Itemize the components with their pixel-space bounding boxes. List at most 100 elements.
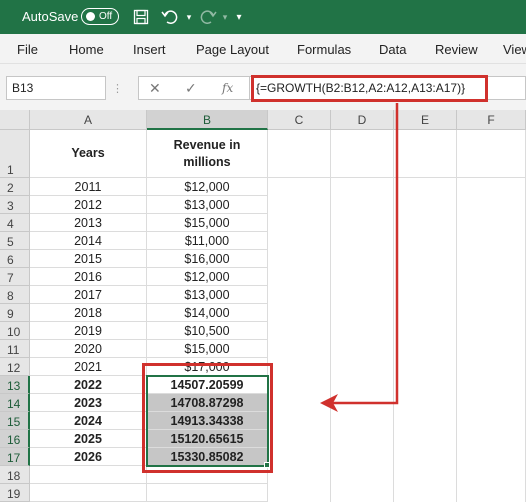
revenue-cell[interactable]: $15,000 (147, 340, 268, 358)
undo-dropdown-icon[interactable]: ▾ (179, 7, 199, 27)
fill-handle[interactable] (264, 462, 270, 468)
year-cell[interactable]: 2016 (30, 268, 147, 286)
name-box[interactable]: B13 (6, 76, 106, 100)
select-all-corner[interactable] (0, 110, 30, 130)
growth-result-cell[interactable]: 15330.85082 (147, 448, 268, 466)
empty-cell[interactable] (30, 484, 147, 502)
tab-file[interactable]: File (17, 42, 38, 57)
revenue-cell[interactable]: $12,000 (147, 178, 268, 196)
column-e-body[interactable] (394, 178, 457, 502)
row-header-5[interactable]: 5 (0, 232, 30, 250)
row-header-1[interactable]: 1 (0, 130, 30, 178)
year-cell[interactable]: 2011 (30, 178, 147, 196)
forecast-year-cell[interactable]: 2026 (30, 448, 147, 466)
year-cell[interactable]: 2020 (30, 340, 147, 358)
year-cell[interactable]: 2021 (30, 358, 147, 376)
revenue-cell[interactable]: $14,000 (147, 304, 268, 322)
forecast-year-cell[interactable]: 2022 (30, 376, 147, 394)
enter-icon[interactable]: ✓ (185, 76, 197, 100)
growth-result-cell[interactable]: 15120.65615 (147, 430, 268, 448)
toggle-knob (86, 12, 95, 21)
row-header-12[interactable]: 12 (0, 358, 30, 376)
empty-cell[interactable] (147, 484, 268, 502)
revenue-header-line2: millions (183, 154, 231, 169)
row-header-8[interactable]: 8 (0, 286, 30, 304)
growth-result-cell[interactable]: 14507.20599 (147, 376, 268, 394)
row-header-14[interactable]: 14 (0, 394, 30, 412)
tab-review[interactable]: Review (435, 42, 478, 57)
growth-result-cell[interactable]: 14913.34338 (147, 412, 268, 430)
revenue-cell[interactable]: $13,000 (147, 196, 268, 214)
row-header-4[interactable]: 4 (0, 214, 30, 232)
revenue-header-line1: Revenue in (173, 137, 241, 152)
cell-f1[interactable] (457, 130, 526, 178)
column-header-d[interactable]: D (331, 110, 394, 130)
row-header-6[interactable]: 6 (0, 250, 30, 268)
customize-qat-icon[interactable]: ▾ (229, 7, 249, 27)
empty-cell[interactable] (30, 466, 147, 484)
revenue-cell[interactable]: $16,000 (147, 250, 268, 268)
year-cell[interactable]: 2017 (30, 286, 147, 304)
title-bar: AutoSave Off ▾ ▾ ▾ (0, 0, 526, 34)
row-header-19[interactable]: 19 (0, 484, 30, 502)
autosave-state: Off (99, 11, 113, 22)
revenue-cell[interactable]: $12,000 (147, 268, 268, 286)
growth-result-cell[interactable]: 14708.87298 (147, 394, 268, 412)
autosave-label: AutoSave (22, 9, 79, 24)
revenue-cell[interactable]: $10,500 (147, 322, 268, 340)
column-c-body[interactable] (268, 178, 331, 502)
column-d-body[interactable] (331, 178, 394, 502)
row-header-16[interactable]: 16 (0, 430, 30, 448)
column-header-f[interactable]: F (457, 110, 526, 130)
cell-e1[interactable] (394, 130, 457, 178)
tab-insert[interactable]: Insert (133, 42, 166, 57)
cell-b1[interactable]: Revenue in millions (147, 130, 268, 178)
row-header-15[interactable]: 15 (0, 412, 30, 430)
row-header-10[interactable]: 10 (0, 322, 30, 340)
row-header-7[interactable]: 7 (0, 268, 30, 286)
year-cell[interactable]: 2019 (30, 322, 147, 340)
column-header-c[interactable]: C (268, 110, 331, 130)
autosave-toggle[interactable]: Off (81, 8, 119, 25)
insert-function-icon[interactable]: fx (222, 76, 233, 100)
revenue-cell[interactable]: $15,000 (147, 214, 268, 232)
year-cell[interactable]: 2012 (30, 196, 147, 214)
tab-formulas[interactable]: Formulas (297, 42, 351, 57)
empty-cell[interactable] (147, 466, 268, 484)
row-header-17[interactable]: 17 (0, 448, 30, 466)
undo-icon[interactable] (160, 7, 180, 27)
tab-home[interactable]: Home (69, 42, 104, 57)
row-header-2[interactable]: 2 (0, 178, 30, 196)
cell-d1[interactable] (331, 130, 394, 178)
ribbon-tabs: File Home Insert Page Layout Formulas Da… (0, 34, 526, 64)
revenue-cell[interactable]: $17,000 (147, 358, 268, 376)
years-header: Years (71, 146, 105, 161)
cancel-icon[interactable]: ✕ (149, 76, 161, 100)
save-icon[interactable] (131, 7, 151, 27)
forecast-year-cell[interactable]: 2024 (30, 412, 147, 430)
revenue-cell[interactable]: $13,000 (147, 286, 268, 304)
revenue-cell[interactable]: $11,000 (147, 232, 268, 250)
tab-view[interactable]: View (503, 42, 526, 57)
row-header-18[interactable]: 18 (0, 466, 30, 484)
formula-highlight-box (251, 75, 488, 102)
forecast-year-cell[interactable]: 2023 (30, 394, 147, 412)
year-cell[interactable]: 2013 (30, 214, 147, 232)
more-options-icon[interactable]: ⋮ (112, 76, 123, 100)
cell-c1[interactable] (268, 130, 331, 178)
row-header-3[interactable]: 3 (0, 196, 30, 214)
column-f-body[interactable] (457, 178, 526, 502)
year-cell[interactable]: 2015 (30, 250, 147, 268)
column-header-a[interactable]: A (30, 110, 147, 130)
year-cell[interactable]: 2014 (30, 232, 147, 250)
forecast-year-cell[interactable]: 2025 (30, 430, 147, 448)
tab-page-layout[interactable]: Page Layout (196, 42, 269, 57)
column-header-b[interactable]: B (147, 110, 268, 130)
tab-data[interactable]: Data (379, 42, 406, 57)
row-header-9[interactable]: 9 (0, 304, 30, 322)
column-header-e[interactable]: E (394, 110, 457, 130)
row-header-11[interactable]: 11 (0, 340, 30, 358)
row-header-13[interactable]: 13 (0, 376, 30, 394)
cell-a1[interactable]: Years (30, 130, 147, 178)
year-cell[interactable]: 2018 (30, 304, 147, 322)
